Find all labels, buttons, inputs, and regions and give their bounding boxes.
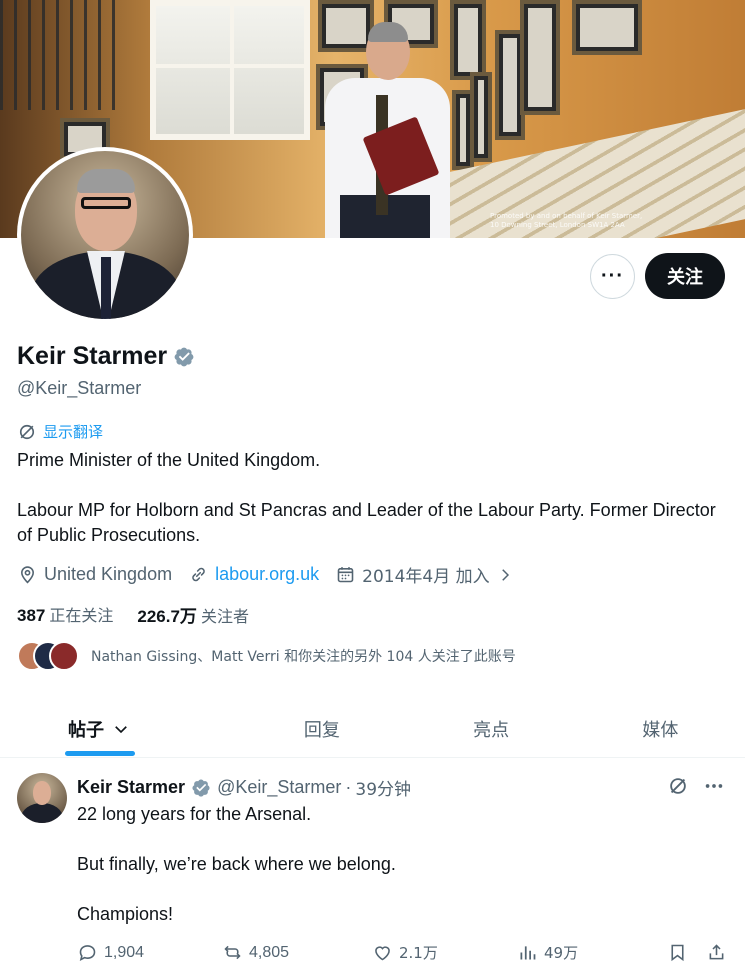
tweet-line: But finally, we’re back where we belong. [77,854,396,874]
translate-icon[interactable] [667,775,689,797]
follow-button[interactable]: 关注 [645,253,725,299]
verified-badge-icon[interactable] [173,346,195,368]
tab-highlights[interactable]: 亮点 [407,700,576,757]
repost-icon [224,945,241,960]
more-icon[interactable] [703,775,725,797]
show-translation-link[interactable]: 显示翻译 [17,421,103,442]
promo-line: Promoted by and on behalf of Keir Starme… [490,212,643,220]
joined-date: 2014年4月 加入 [362,567,490,587]
banner-promo-text: Promoted by and on behalf of Keir Starme… [490,212,642,230]
following-link[interactable]: 387 正在关注 [17,602,113,627]
profile-handle: @Keir_Starmer [17,378,142,398]
website-item[interactable]: labour.org.uk [188,564,319,585]
banner-portrait [450,0,486,80]
views-button[interactable]: 49万 [517,942,662,963]
tweet-header: Keir Starmer @Keir_Starmer · 39分钟 [77,775,411,800]
tweet-avatar[interactable] [17,773,67,823]
tab-label: 回复 [303,719,340,741]
like-count: 2.1万 [399,944,438,962]
banner-portrait [520,0,560,115]
tweet[interactable]: Keir Starmer @Keir_Starmer · 39分钟 22 lon… [0,759,745,979]
tweet-actions: 1,904 4,805 2.1万 49万 [77,942,727,963]
bookmark-icon[interactable] [667,942,688,963]
more-options-button[interactable]: ··· [590,254,635,299]
mutual-avatars [17,641,79,671]
profile-name-row: Keir Starmer [17,342,195,371]
bio-line: Labour MP for Holborn and St Pancras and… [17,500,716,545]
tweet-top-icons [667,775,725,797]
avatar [49,641,79,671]
banner-railing [0,0,120,110]
website-link[interactable]: labour.org.uk [215,564,319,585]
link-icon [192,567,205,582]
following-label: 正在关注 [49,606,114,625]
tab-media[interactable]: 媒体 [576,700,745,757]
banner-person-hair [368,22,408,42]
reply-icon [79,945,96,961]
location-text: United Kingdom [44,564,173,584]
avatar-photo [21,151,189,319]
tab-replies[interactable]: 回复 [237,700,406,757]
location-pin-icon [21,566,34,584]
translate-icon [19,424,35,439]
tweet-line: 22 long years for the Arsenal. [77,804,312,824]
profile-bio: Prime Minister of the United Kingdom. La… [17,448,717,548]
chevron-right-icon [501,568,509,581]
followed-by-text: Nathan Gissing、Matt Verri 和你关注的另外 104 人关… [91,649,516,665]
followers-label: 关注者 [200,607,249,626]
tweet-timestamp[interactable]: 39分钟 [355,775,411,800]
tab-label: 媒体 [642,719,679,741]
more-icon: ··· [601,265,624,287]
following-count: 387 [17,606,46,625]
followers-link[interactable]: 226.7万 关注者 [137,602,249,627]
tweet-author-handle[interactable]: @Keir_Starmer [217,777,341,798]
tweet-line: Champions! [77,904,174,924]
tweet-text: 22 long years for the Arsenal. But final… [77,802,396,927]
translate-label: 显示翻译 [43,423,104,441]
followers-you-know[interactable]: Nathan Gissing、Matt Verri 和你关注的另外 104 人关… [17,641,516,671]
repost-count: 4,805 [249,943,290,961]
promo-line: 10 Downing Street, London SW1A 2AA [490,221,625,229]
like-button[interactable]: 2.1万 [372,942,517,963]
chevron-down-icon[interactable] [112,720,130,738]
location-item: United Kingdom [17,564,172,585]
profile-avatar[interactable] [17,147,193,323]
reply-count: 1,904 [104,943,145,961]
profile-meta: United Kingdom labour.org.uk 2014年4月 加入 [17,562,530,587]
repost-button[interactable]: 4,805 [222,942,372,963]
tab-label: 亮点 [473,719,510,741]
separator: · [345,777,352,797]
tweet-author-name[interactable]: Keir Starmer [77,777,185,798]
heart-icon [375,946,390,961]
bio-line: Prime Minister of the United Kingdom. [17,450,321,470]
share-icon[interactable] [706,942,727,963]
tab-posts[interactable]: 帖子 [0,700,237,757]
banner-window [150,0,310,140]
tweet-extra-actions [667,942,727,963]
follow-counts: 387 正在关注 226.7万 关注者 [17,602,249,627]
profile-tabs: 帖子 回复 亮点 媒体 [0,700,745,758]
followers-count: 226.7万 [137,607,197,626]
profile-name: Keir Starmer [17,342,168,370]
views-chart-icon [520,946,536,960]
verified-badge-icon[interactable] [191,778,211,798]
active-tab-indicator [65,751,135,756]
views-count: 49万 [544,944,579,962]
banner-portrait [318,0,374,52]
calendar-icon [337,567,354,583]
tab-label: 帖子 [68,719,104,741]
banner-portrait [572,0,642,55]
reply-button[interactable]: 1,904 [77,942,222,963]
joined-item[interactable]: 2014年4月 加入 [335,562,513,587]
banner-portrait [470,72,492,162]
